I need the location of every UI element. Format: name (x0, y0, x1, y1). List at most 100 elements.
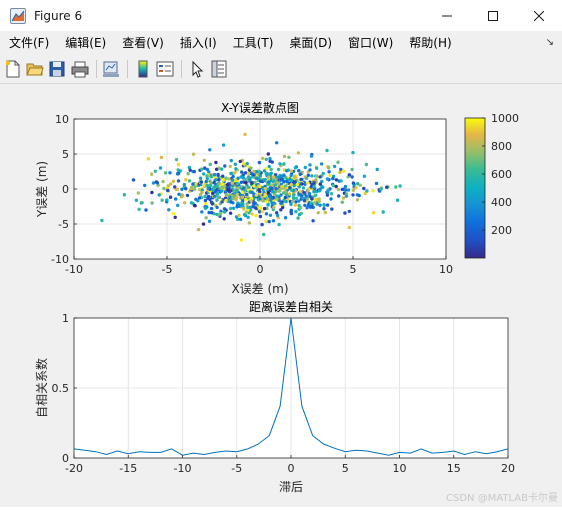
scatter-point (187, 179, 192, 183)
scatter-point (283, 184, 288, 188)
colorbar-gradient (464, 117, 486, 259)
menu-overflow-arrow-icon[interactable]: ↘ (546, 37, 554, 48)
scatter-point (252, 173, 256, 177)
link-figure-icon[interactable] (102, 60, 120, 78)
scatter-point (298, 172, 302, 176)
scatter-point (289, 173, 293, 178)
new-file-icon[interactable] (4, 60, 22, 78)
menu-desktop[interactable]: 桌面(D) (289, 31, 332, 56)
scatter-point (197, 196, 202, 200)
scatter-point (157, 193, 161, 197)
scatter-point (273, 183, 277, 187)
scatter-point (350, 167, 354, 172)
scatter-point (189, 185, 194, 190)
scatter-point (158, 166, 163, 170)
scatter-point (262, 232, 266, 237)
scatter-point (204, 179, 208, 184)
scatter-point (235, 181, 240, 186)
scatter-point (221, 178, 225, 182)
scatter-axes[interactable]: -10 -5 0 5 10-10-50510 X-Y误差散点图 X误差 (m) Y误差 … (35, 100, 453, 296)
scatter-point (303, 203, 307, 207)
autocorr-axes[interactable]: -20 -15 -10 -5 0 5 10 15 2000.51 距离误差自相关 滞后 自相关系… (34, 299, 515, 494)
toolbar-separator (96, 60, 97, 78)
figure-canvas[interactable]: -10 -5 0 5 10-10-50510 X-Y误差散点图 X误差 (m) Y误差 … (0, 84, 562, 507)
scatter-point (355, 182, 360, 186)
scatter-xtick-label: 0 (257, 263, 264, 276)
scatter-point (283, 216, 288, 220)
pointer-icon[interactable] (188, 60, 206, 78)
minimize-button[interactable] (424, 0, 470, 31)
scatter-point (322, 207, 326, 211)
scatter-point (131, 178, 136, 182)
scatter-point (151, 181, 156, 185)
scatter-point (192, 187, 197, 192)
scatter-point (306, 173, 310, 177)
scatter-point (321, 171, 325, 176)
menu-view[interactable]: 查看(V) (122, 31, 164, 56)
scatter-point (338, 170, 342, 175)
scatter-point (312, 184, 316, 189)
colorbar-ticks: 200 400 600 800 1000 (482, 112, 519, 237)
scatter-point (191, 152, 196, 156)
menu-window[interactable]: 窗口(W) (348, 31, 393, 56)
scatter-point (228, 206, 233, 211)
menu-insert[interactable]: 插入(I) (180, 31, 217, 56)
scatter-point (317, 189, 322, 193)
scatter-point (215, 205, 219, 210)
menu-file[interactable]: 文件(F) (9, 31, 49, 56)
scatter-point (330, 207, 334, 211)
scatter-point (354, 186, 358, 190)
scatter-point (229, 200, 233, 204)
property-inspector-icon[interactable] (210, 60, 228, 78)
scatter-point (305, 206, 309, 210)
scatter-point (231, 206, 236, 210)
print-icon[interactable] (71, 60, 89, 78)
open-folder-icon[interactable] (26, 60, 44, 78)
scatter-point (228, 164, 232, 169)
scatter-point (260, 210, 265, 214)
scatter-point (173, 185, 177, 189)
menu-tools[interactable]: 工具(T) (233, 31, 274, 56)
save-icon[interactable] (48, 60, 66, 78)
scatter-point (211, 191, 215, 196)
scatter-point (239, 180, 243, 184)
scatter-point (303, 165, 307, 170)
scatter-ytick-label: 0 (62, 183, 69, 196)
scatter-point (220, 182, 225, 186)
toolbar-separator (181, 60, 182, 78)
scatter-point (267, 180, 271, 184)
scatter-ytick-label: -5 (58, 218, 69, 231)
scatter-point (137, 207, 141, 211)
scatter-point (347, 225, 351, 230)
scatter-point (244, 181, 248, 185)
scatter-point (278, 162, 282, 166)
scatter-point (279, 201, 283, 205)
scatter-point (206, 186, 210, 191)
scatter-point (347, 209, 351, 214)
colorbar-icon[interactable] (134, 60, 152, 78)
colorbar-tick-label: 1000 (491, 112, 519, 125)
scatter-point (199, 180, 204, 184)
scatter-point (229, 158, 233, 163)
scatter-point (371, 211, 376, 215)
scatter-point (237, 213, 241, 217)
maximize-button[interactable] (470, 0, 516, 31)
scatter-point (207, 170, 211, 174)
scatter-point (202, 158, 206, 162)
scatter-point (381, 210, 385, 214)
scatter-point (220, 167, 224, 171)
scatter-point (203, 206, 208, 210)
scatter-point (313, 201, 317, 205)
scatter-point (200, 190, 204, 195)
close-button[interactable] (516, 0, 562, 31)
legend-icon[interactable] (156, 60, 174, 78)
menu-edit[interactable]: 编辑(E) (65, 31, 106, 56)
scatter-point (221, 174, 225, 178)
scatter-point (263, 186, 267, 191)
scatter-point (168, 171, 172, 175)
colorbar[interactable]: 200 400 600 800 1000 (464, 112, 519, 259)
scatter-point (261, 199, 266, 203)
menu-help[interactable]: 帮助(H) (409, 31, 451, 56)
scatter-point (192, 169, 196, 174)
scatter-point (250, 190, 254, 195)
